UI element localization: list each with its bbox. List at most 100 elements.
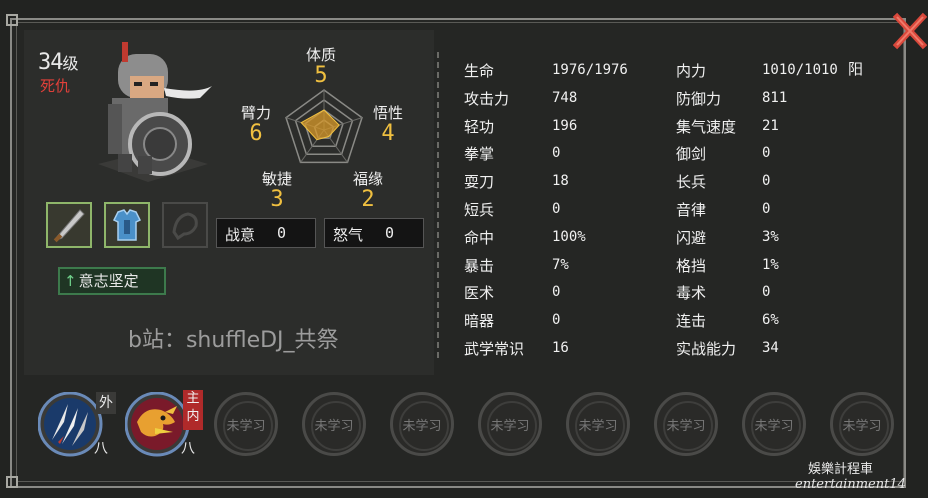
stat-right-value: 0 (762, 173, 771, 190)
stat-left-label: 短兵 (464, 201, 495, 219)
stat-right-label: 连击 (676, 312, 707, 331)
stat-left-label: 命中 (464, 228, 495, 247)
empty-skill-label: 未学习 (226, 419, 266, 434)
empty-slot-icon (172, 212, 198, 241)
stat-right-label: 长兵 (676, 173, 707, 192)
relationship-status: 死仇 (40, 77, 71, 95)
rage-label: 怒气 (333, 226, 364, 244)
stat-left-value: 0 (552, 284, 561, 301)
watermark: b站：shuffleDJ_共祭 (128, 328, 339, 353)
empty-skill-label: 未学习 (754, 419, 794, 434)
stat-left-value: 18 (552, 173, 569, 190)
attr-value: 6 (249, 121, 263, 146)
stat-left-value: 16 (552, 340, 569, 356)
close-icon (892, 12, 928, 50)
stat-right-value: 0 (762, 145, 771, 162)
stat-right-label: 防御力 (676, 89, 722, 108)
skill-type-tag: 外 (96, 392, 116, 414)
stat-left-label: 生命 (464, 62, 495, 80)
empty-skill-slot[interactable]: 未学习 (302, 392, 366, 456)
accessory-slot[interactable] (162, 202, 208, 248)
attr-label: 福缘 (352, 170, 383, 188)
empty-skill-slot[interactable]: 未学习 (654, 392, 718, 456)
battle-will-label: 战意 (225, 226, 256, 244)
character-avatar (88, 34, 218, 184)
skill-slot-claw[interactable] (37, 391, 103, 457)
attr-label: 敏捷 (261, 170, 292, 188)
empty-skill-slot[interactable]: 未学习 (742, 392, 806, 456)
stat-left-label: 武学常识 (464, 340, 525, 358)
up-arrow-icon: ↑ (64, 272, 77, 290)
attr-fortune: 福缘 2 (338, 168, 398, 212)
skill-rank: 八 (94, 441, 108, 457)
stat-right-suffix: 阳 (848, 60, 864, 78)
armor-icon (112, 209, 142, 241)
stat-right-value: 21 (762, 117, 779, 134)
stat-left-value: 100% (552, 228, 586, 245)
attr-label: 臂力 (240, 104, 271, 122)
stat-right-label: 御剑 (676, 145, 707, 164)
empty-skill-slot[interactable]: 未学习 (214, 392, 278, 456)
level-indicator: 34级 (38, 50, 79, 75)
empty-skill-slot[interactable]: 未学习 (390, 392, 454, 456)
stat-left-value: 0 (552, 312, 561, 329)
stat-right-value: 0 (762, 201, 771, 217)
stat-right-value: 0 (762, 284, 771, 301)
stat-left-value: 196 (552, 117, 578, 134)
stat-left-value: 1976/1976 (552, 62, 628, 78)
stat-right-value: 34 (762, 340, 779, 356)
stat-right-label: 闪避 (676, 228, 707, 247)
skill-slot-dragon[interactable] (124, 391, 190, 457)
rage-value: 0 (385, 224, 395, 242)
warrior-sprite-icon (98, 42, 212, 182)
stat-left-value: 0 (552, 145, 561, 162)
attr-label: 体质 (305, 46, 336, 64)
skill-type-tag: 主内 (183, 390, 203, 430)
skill-rank: 八 (181, 441, 195, 457)
footer-brand-text: 娛樂計程車 (808, 462, 874, 477)
empty-skill-slot[interactable]: 未学习 (830, 392, 894, 456)
stat-left-label: 暴击 (464, 256, 495, 275)
weapon-slot[interactable] (46, 202, 92, 248)
stat-left-label: 耍刀 (464, 173, 495, 192)
stat-right-label: 毒术 (676, 284, 707, 303)
empty-skill-label: 未学习 (490, 419, 530, 434)
stat-right-value: 6% (762, 312, 779, 329)
stat-left-value: 7% (552, 256, 569, 273)
empty-skill-label: 未学习 (842, 419, 882, 434)
sabre-icon (53, 209, 85, 243)
close-button[interactable] (892, 11, 928, 51)
battle-will-box: 战意 0 (216, 218, 316, 248)
stat-left-label: 轻功 (464, 117, 495, 136)
stat-right-label: 集气速度 (676, 117, 737, 136)
empty-skill-slot[interactable]: 未学习 (478, 392, 542, 456)
attr-value: 3 (270, 187, 284, 212)
empty-skill-slot[interactable]: 未学习 (566, 392, 630, 456)
battle-will-value: 0 (277, 224, 287, 242)
stat-left-label: 拳掌 (464, 145, 495, 164)
stat-left-label: 攻击力 (464, 89, 510, 108)
empty-skill-label: 未学习 (402, 419, 442, 434)
stat-right-value: 3% (762, 228, 779, 245)
armor-slot[interactable] (104, 202, 150, 248)
empty-skill-label: 未学习 (666, 419, 706, 434)
stat-left-label: 医术 (464, 284, 495, 303)
empty-skill-label: 未学习 (578, 419, 618, 434)
corner-ornament (6, 14, 18, 26)
stat-right-label: 实战能力 (676, 340, 737, 358)
stat-right-value: 1010/1010 (762, 62, 838, 78)
will-status-label: 意志坚定 (78, 272, 139, 290)
radar-fill (300, 109, 340, 141)
will-status-button[interactable]: ↑ 意志坚定 (58, 267, 166, 295)
stat-left-value: 0 (552, 201, 561, 217)
level-unit: 级 (62, 54, 79, 73)
empty-skill-label: 未学习 (314, 419, 354, 434)
stat-right-label: 音律 (676, 201, 707, 219)
corner-ornament (6, 476, 18, 488)
attr-label: 悟性 (372, 104, 403, 122)
attribute-radar-chart (278, 80, 370, 172)
footer-brand-subtitle: entertainment14 (795, 477, 906, 492)
stat-right-label: 格挡 (676, 256, 707, 275)
stat-right-label: 内力 (676, 62, 707, 80)
stat-left-label: 暗器 (464, 312, 495, 331)
